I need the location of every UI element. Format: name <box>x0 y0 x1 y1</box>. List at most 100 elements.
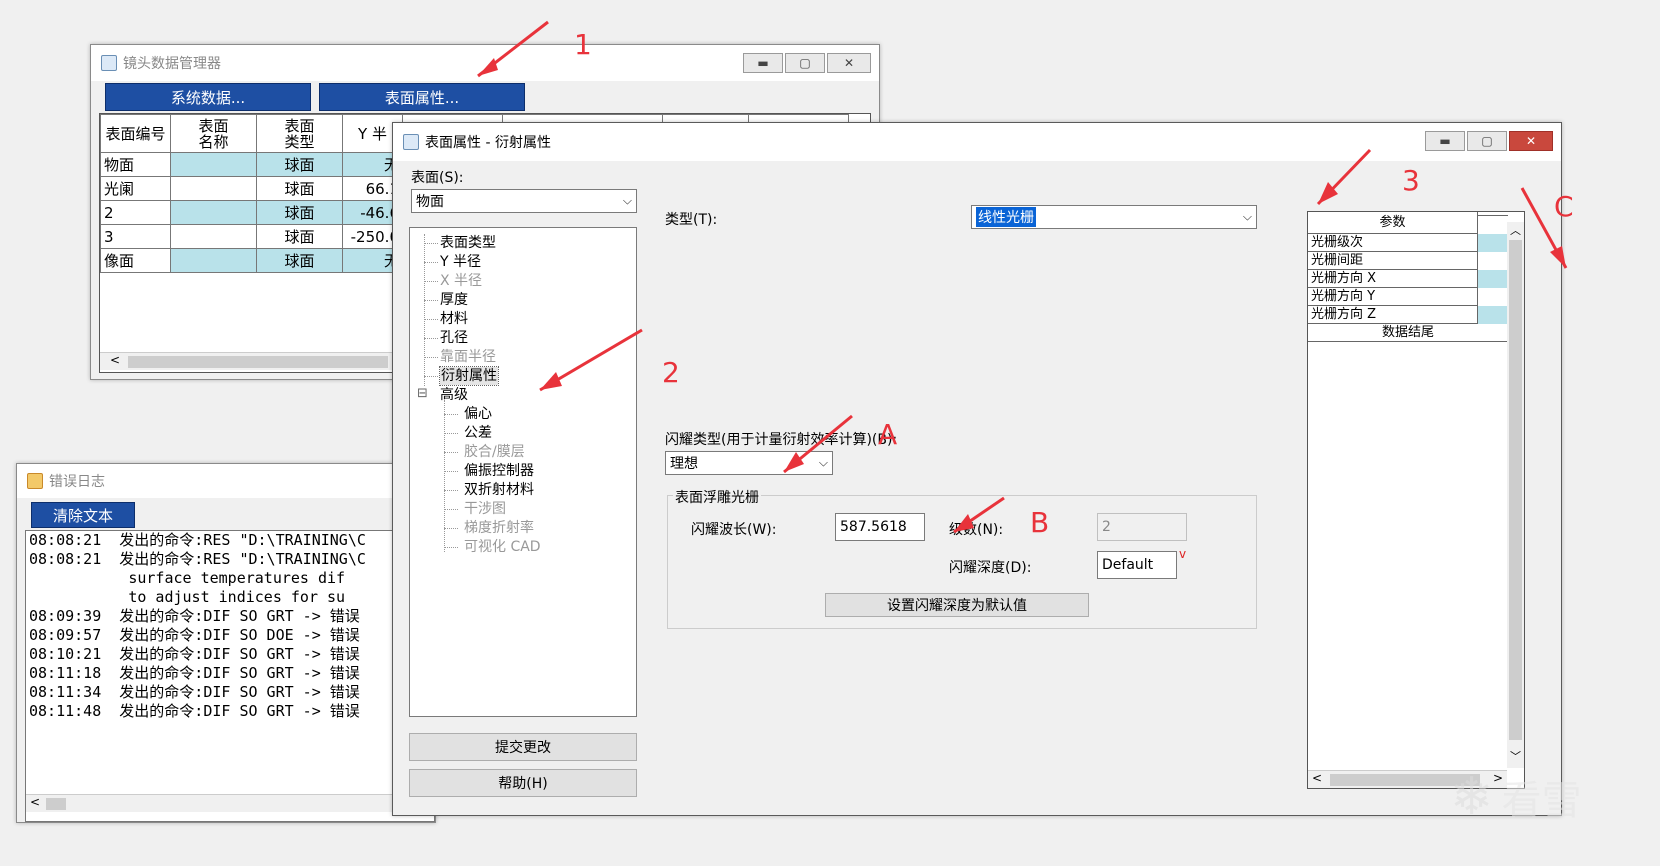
param-row[interactable]: 光栅方向 Z <box>1308 306 1478 324</box>
error-log-titlebar[interactable]: 错误日志 <box>17 464 435 498</box>
tree-item[interactable]: X 半径 <box>440 272 482 290</box>
param-vscroll[interactable]: ︿ ﹀ <box>1507 222 1524 768</box>
table-cell[interactable]: 球面 <box>256 224 343 249</box>
log-line: 08:08:21 发出的命令:RES "D:\TRAINING\C <box>29 550 366 568</box>
tree-item[interactable]: 厚度 <box>440 291 468 309</box>
table-cell[interactable] <box>170 224 257 249</box>
tree-item[interactable]: 衍射属性 <box>439 366 499 386</box>
error-log-window: 错误日志 清除文本 08:08:21 发出的命令:RES "D:\TRAININ… <box>16 463 436 823</box>
scroll-left-icon[interactable]: < <box>30 795 40 809</box>
type-select[interactable]: 线性光栅 ⌵ <box>971 205 1257 229</box>
table-cell[interactable] <box>170 200 257 225</box>
table-cell[interactable]: 光阑 <box>100 176 171 201</box>
tree-item[interactable]: 孔径 <box>440 329 468 347</box>
blaze-type-value: 理想 <box>670 456 698 472</box>
param-row[interactable]: 光栅间距 <box>1308 252 1478 270</box>
error-log-title: 错误日志 <box>49 474 105 490</box>
tree-item[interactable]: 可视化 CAD <box>464 538 541 556</box>
table-cell[interactable]: 球面 <box>256 176 343 201</box>
blaze-type-select[interactable]: 理想 ⌵ <box>665 451 833 475</box>
table-cell[interactable]: 2 <box>100 200 171 225</box>
annotation-label-b: B <box>1030 506 1050 539</box>
help-button[interactable]: 帮助(H) <box>409 769 637 797</box>
surface-dialog-title: 表面属性 - 衍射属性 <box>425 135 551 151</box>
log-line: 08:10:21 发出的命令:DIF SO GRT -> 错误 <box>29 645 360 663</box>
scroll-left-icon[interactable]: < <box>1312 771 1322 785</box>
param-value-cell[interactable] <box>1478 288 1508 306</box>
chevron-down-icon: ⌵ <box>818 455 828 470</box>
error-log-text[interactable]: 08:08:21 发出的命令:RES "D:\TRAINING\C 08:08:2… <box>25 530 435 822</box>
maximize-button[interactable]: ▢ <box>1467 131 1507 151</box>
surface-select-value: 物面 <box>416 194 444 210</box>
param-value-cell[interactable] <box>1478 270 1508 288</box>
type-label: 类型(T): <box>665 212 718 228</box>
scroll-up-icon[interactable]: ︿ <box>1510 222 1521 238</box>
submit-changes-button[interactable]: 提交更改 <box>409 733 637 761</box>
col-header-type[interactable]: 表面 类型 <box>256 114 343 153</box>
tree-item[interactable]: 胶合/膜层 <box>464 443 525 461</box>
maximize-button[interactable]: ▢ <box>785 53 825 73</box>
order-input[interactable]: 2 <box>1097 513 1187 541</box>
tree-item[interactable]: 表面类型 <box>440 234 496 252</box>
error-log-app-icon <box>27 473 43 489</box>
param-row[interactable]: 光栅方向 Y <box>1308 288 1478 306</box>
surface-properties-button[interactable]: 表面属性... <box>319 83 525 111</box>
lens-manager-title: 镜头数据管理器 <box>123 56 221 72</box>
table-cell[interactable]: 球面 <box>256 200 343 225</box>
tree-item[interactable]: Y 半径 <box>440 253 481 271</box>
log-line: 08:11:48 发出的命令:DIF SO GRT -> 错误 <box>29 702 360 720</box>
tree-item[interactable]: 材料 <box>440 310 468 328</box>
collapse-icon[interactable]: ⊟ <box>417 386 428 401</box>
group-title: 表面浮雕光栅 <box>673 487 761 507</box>
tree-item[interactable]: 偏心 <box>464 405 492 423</box>
tree-item[interactable]: 双折射材料 <box>464 481 534 499</box>
surface-select[interactable]: 物面 ⌵ <box>411 189 637 213</box>
scroll-left-icon[interactable]: < <box>110 353 120 367</box>
blaze-depth-input[interactable]: Default <box>1097 551 1177 579</box>
tree-item[interactable]: 靠面半径 <box>440 348 496 366</box>
tree-item[interactable]: 偏振控制器 <box>464 462 534 480</box>
lens-manager-titlebar[interactable]: 镜头数据管理器 ▬ ▢ ✕ <box>91 45 879 81</box>
param-value-cell[interactable] <box>1478 306 1508 324</box>
col-header-name[interactable]: 表面 名称 <box>170 114 257 153</box>
log-line: 08:08:21 发出的命令:RES "D:\TRAINING\C <box>29 531 366 549</box>
blaze-wavelength-input[interactable]: 587.5618 <box>835 513 925 541</box>
table-cell[interactable] <box>170 248 257 273</box>
parameter-table[interactable]: 参数 光栅级次 光栅间距 光栅方向 X 光栅方向 Y 光栅方向 Z 数据结尾 ︿ ﹀ <… <box>1307 211 1525 789</box>
set-default-depth-button[interactable]: 设置闪耀深度为默认值 <box>825 593 1089 617</box>
tree-item[interactable]: 梯度折射率 <box>464 519 534 537</box>
param-row[interactable]: 光栅方向 X <box>1308 270 1478 288</box>
error-log-hscroll[interactable]: < <box>26 794 434 812</box>
clear-text-button[interactable]: 清除文本 <box>31 502 135 528</box>
annotation-label-c: C <box>1554 190 1574 223</box>
scroll-down-icon[interactable]: ﹀ <box>1510 748 1521 764</box>
log-line: 08:09:39 发出的命令:DIF SO GRT -> 错误 <box>29 607 360 625</box>
table-cell[interactable]: 像面 <box>100 248 171 273</box>
close-button[interactable]: ✕ <box>1509 131 1553 151</box>
close-button[interactable]: ✕ <box>827 53 871 73</box>
col-header-number[interactable]: 表面编号 <box>100 114 171 153</box>
log-line: to adjust indices for su <box>29 588 346 606</box>
table-cell[interactable]: 物面 <box>100 152 171 177</box>
tree-item[interactable]: 干涉图 <box>464 500 506 518</box>
table-cell[interactable]: 球面 <box>256 248 343 273</box>
table-cell[interactable]: 球面 <box>256 152 343 177</box>
system-data-button[interactable]: 系统数据... <box>105 83 311 111</box>
param-value-cell[interactable] <box>1478 252 1508 270</box>
minimize-button[interactable]: ▬ <box>743 53 783 73</box>
table-cell[interactable] <box>170 152 257 177</box>
blaze-depth-flag: v <box>1179 547 1187 561</box>
tree-item[interactable]: 公差 <box>464 424 492 442</box>
param-header[interactable]: 参数 <box>1308 212 1478 234</box>
param-row[interactable]: 光栅级次 <box>1308 234 1478 252</box>
surface-properties-dialog: 表面属性 - 衍射属性 ▬ ▢ ✕ 表面(S): 物面 ⌵ 表面类型 Y 半径 X … <box>392 122 1562 816</box>
minimize-button[interactable]: ▬ <box>1425 131 1465 151</box>
surface-label: 表面(S): <box>411 170 464 186</box>
property-tree[interactable]: 表面类型 Y 半径 X 半径 厚度 材料 孔径 靠面半径 衍射属性 高级 偏心 公差 胶合/膜层 偏振控… <box>409 227 637 717</box>
param-header-value[interactable] <box>1478 212 1508 216</box>
table-cell[interactable]: 3 <box>100 224 171 249</box>
annotation-label-1: 1 <box>574 28 592 61</box>
param-value-cell[interactable] <box>1478 234 1508 252</box>
table-cell[interactable] <box>170 176 257 201</box>
surface-dialog-titlebar[interactable]: 表面属性 - 衍射属性 ▬ ▢ ✕ <box>393 123 1561 161</box>
